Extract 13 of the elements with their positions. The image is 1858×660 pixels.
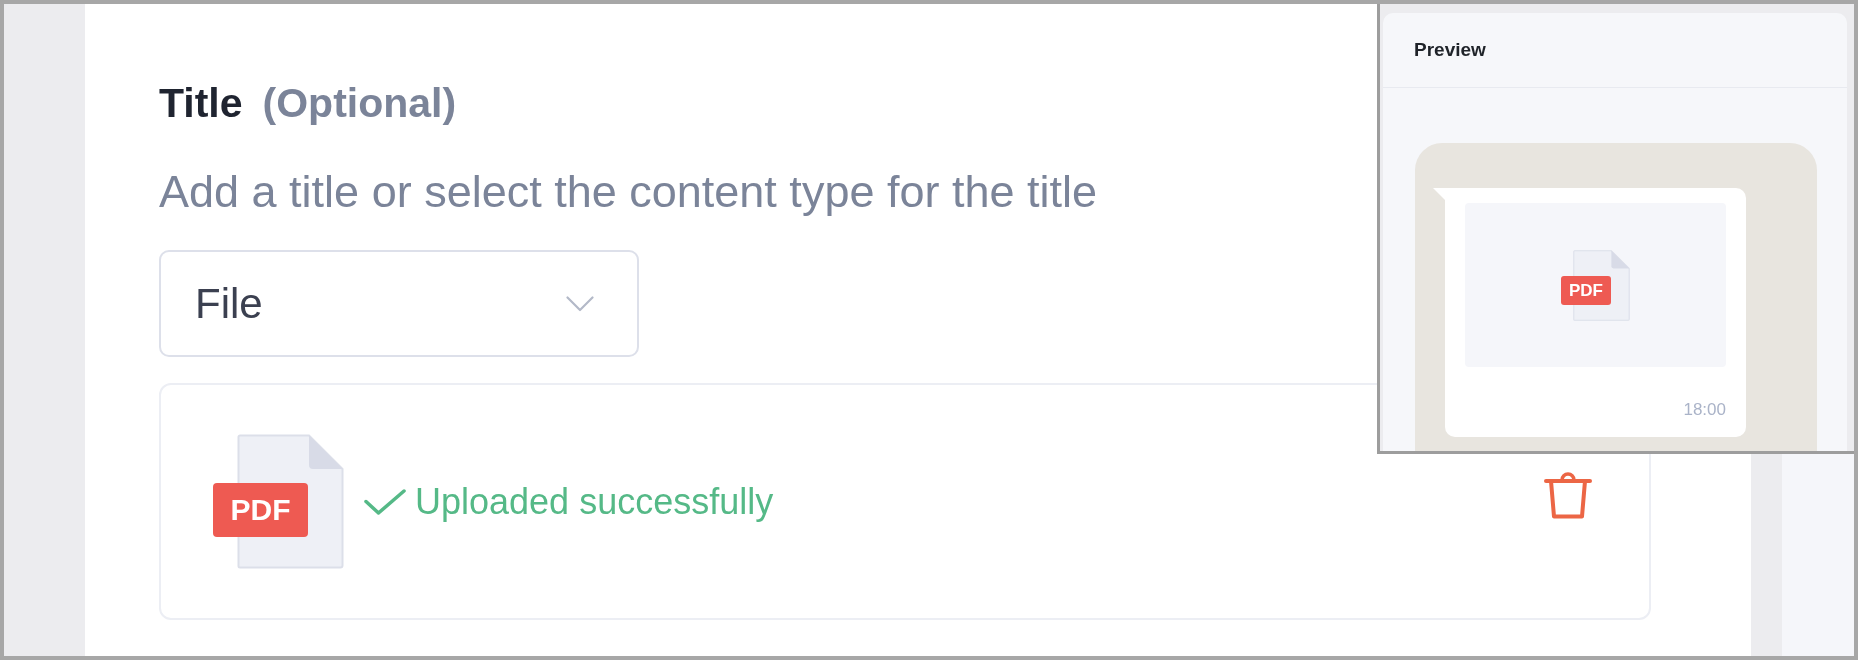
field-label: Title <box>159 79 243 128</box>
file-type-badge: PDF <box>213 483 308 537</box>
checkmark-icon <box>364 488 406 515</box>
upload-status: Uploaded successfully <box>415 479 774 524</box>
message-time: 18:00 <box>1683 400 1726 420</box>
optional-hint: (Optional) <box>262 79 457 128</box>
trash-icon <box>1544 472 1592 519</box>
field-description: Add a title or select the content type for the title <box>159 166 1098 218</box>
file-type-badge: PDF <box>1561 275 1611 305</box>
content-type-select[interactable]: File <box>159 250 639 357</box>
delete-button[interactable] <box>1544 472 1592 519</box>
chevron-down-icon <box>566 295 594 312</box>
preview-title: Preview <box>1414 37 1486 62</box>
